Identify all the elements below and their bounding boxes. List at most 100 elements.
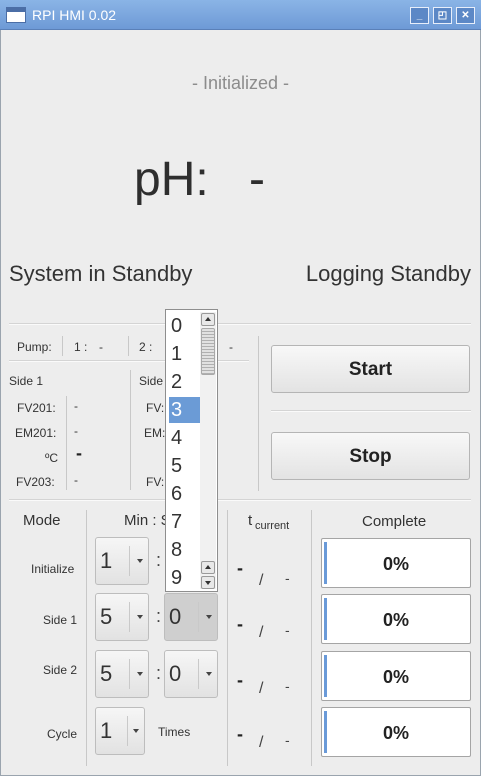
side1-min-combo[interactable]: 5: [95, 593, 149, 641]
side2-min-combo[interactable]: 5: [95, 650, 149, 698]
pump2-label: 2 :: [139, 340, 153, 354]
ph-label: pH:: [134, 153, 209, 206]
scroll-down-button[interactable]: [201, 576, 215, 589]
mode-header: Mode: [23, 512, 61, 529]
side1-progress-text: 0%: [382, 610, 409, 630]
dropdown-option[interactable]: 3: [169, 397, 201, 423]
divider: [9, 499, 471, 501]
side1-sec-combo[interactable]: 0: [164, 593, 218, 641]
divider: [271, 410, 471, 412]
cycle-count-combo[interactable]: 1: [95, 707, 145, 755]
em201-label: EM201:: [15, 426, 57, 440]
chevron-up-icon: [205, 317, 211, 321]
chevron-up-icon: [205, 565, 211, 569]
dropdown-option[interactable]: 1: [169, 341, 201, 367]
system-status: System in Standby: [9, 261, 193, 286]
dropdown-option[interactable]: 6: [169, 481, 201, 507]
times-label: Times: [158, 725, 191, 739]
pump1-value: -: [99, 340, 103, 354]
initialize-t-now: -: [237, 558, 243, 578]
divider: [311, 510, 312, 766]
cycle-t-now: -: [237, 724, 243, 744]
title-bar: RPI HMI 0.02 _ ◰ ✕: [0, 0, 481, 30]
initialize-progress-text: 0%: [382, 554, 409, 574]
dropdown-option[interactable]: 0: [169, 313, 201, 339]
seconds-dropdown-list[interactable]: 0123456789: [165, 309, 218, 592]
scroll-up-button[interactable]: [201, 313, 215, 326]
initialize-t-total: -: [285, 570, 290, 586]
stop-button[interactable]: Stop: [271, 432, 470, 480]
logging-status: Logging Standby: [305, 261, 471, 286]
combo-separator: [129, 546, 130, 576]
em201-value: -: [74, 424, 78, 438]
divider: [62, 336, 63, 356]
side2-fv2-label: FV:: [146, 475, 165, 489]
minimize-button[interactable]: _: [410, 7, 429, 24]
dropdown-option[interactable]: 4: [169, 425, 201, 451]
tcurrent-subscript: current: [255, 520, 290, 532]
mode-side1: Side 1: [43, 613, 78, 627]
combo-separator: [198, 659, 199, 689]
side2-t-slash: /: [259, 680, 264, 697]
dropdown-option[interactable]: 8: [169, 537, 201, 563]
cycle-t-total: -: [285, 732, 290, 748]
mode-cycle: Cycle: [47, 727, 78, 741]
scrollbar-thumb[interactable]: [201, 328, 215, 375]
state-label: - Initialized -: [191, 73, 290, 93]
fv201-label: FV201:: [17, 401, 56, 415]
divider: [227, 510, 228, 766]
mode-side2: Side 2: [43, 663, 78, 677]
cycle-t-slash: /: [259, 734, 264, 751]
side1-title: Side 1: [9, 374, 44, 388]
combo-separator: [129, 659, 130, 689]
pump2-value: -: [229, 340, 233, 354]
dropdown-option[interactable]: 5: [169, 453, 201, 479]
app-window-icon: [6, 7, 26, 23]
start-button[interactable]: Start: [271, 345, 470, 393]
colon: :: [156, 663, 162, 683]
side2-sec-combo[interactable]: 0: [164, 650, 218, 698]
chevron-down-icon: [137, 559, 143, 563]
cycle-progress: 0%: [321, 707, 471, 757]
side2-sec-value: 0: [169, 661, 182, 686]
chevron-down-icon: [137, 615, 143, 619]
fv203-value: -: [74, 473, 78, 487]
initialize-min-value: 1: [100, 548, 113, 573]
side1-sec-value: 0: [169, 604, 182, 629]
chevron-down-icon: [205, 581, 211, 585]
window-title: RPI HMI 0.02: [32, 7, 117, 23]
pump1-label: 1 :: [74, 340, 88, 354]
minsec-header: Min : S: [124, 512, 171, 529]
initialize-min-combo[interactable]: 1: [95, 537, 149, 585]
side1-t-now: -: [237, 614, 243, 634]
combo-separator: [129, 602, 130, 632]
initialize-t-slash: /: [259, 572, 264, 589]
side2-progress: 0%: [321, 651, 471, 701]
side2-t-now: -: [237, 670, 243, 690]
divider: [86, 510, 87, 766]
colon: :: [156, 606, 162, 626]
tcurrent-header: t: [248, 512, 253, 529]
dropdown-option[interactable]: 9: [169, 565, 201, 591]
chevron-down-icon: [137, 672, 143, 676]
dropdown-option[interactable]: 2: [169, 369, 201, 395]
side2-fv-label: FV:: [146, 401, 165, 415]
maximize-button[interactable]: ◰: [433, 7, 452, 24]
mode-initialize: Initialize: [31, 562, 75, 576]
side1-t-slash: /: [259, 624, 264, 641]
initialize-progress: 0%: [321, 538, 471, 588]
chevron-down-icon: [206, 615, 212, 619]
divider: [130, 370, 131, 490]
temp-value: -: [76, 443, 82, 463]
close-button[interactable]: ✕: [456, 7, 475, 24]
fv201-value: -: [74, 399, 78, 413]
dropdown-option[interactable]: 7: [169, 509, 201, 535]
side2-min-value: 5: [100, 661, 113, 686]
divider: [9, 323, 471, 325]
side1-progress: 0%: [321, 594, 471, 644]
colon: :: [156, 550, 162, 570]
complete-header: Complete: [362, 513, 427, 530]
scroll-down-button[interactable]: [201, 561, 215, 574]
divider: [128, 336, 129, 356]
temp-label: ºC: [45, 451, 59, 465]
